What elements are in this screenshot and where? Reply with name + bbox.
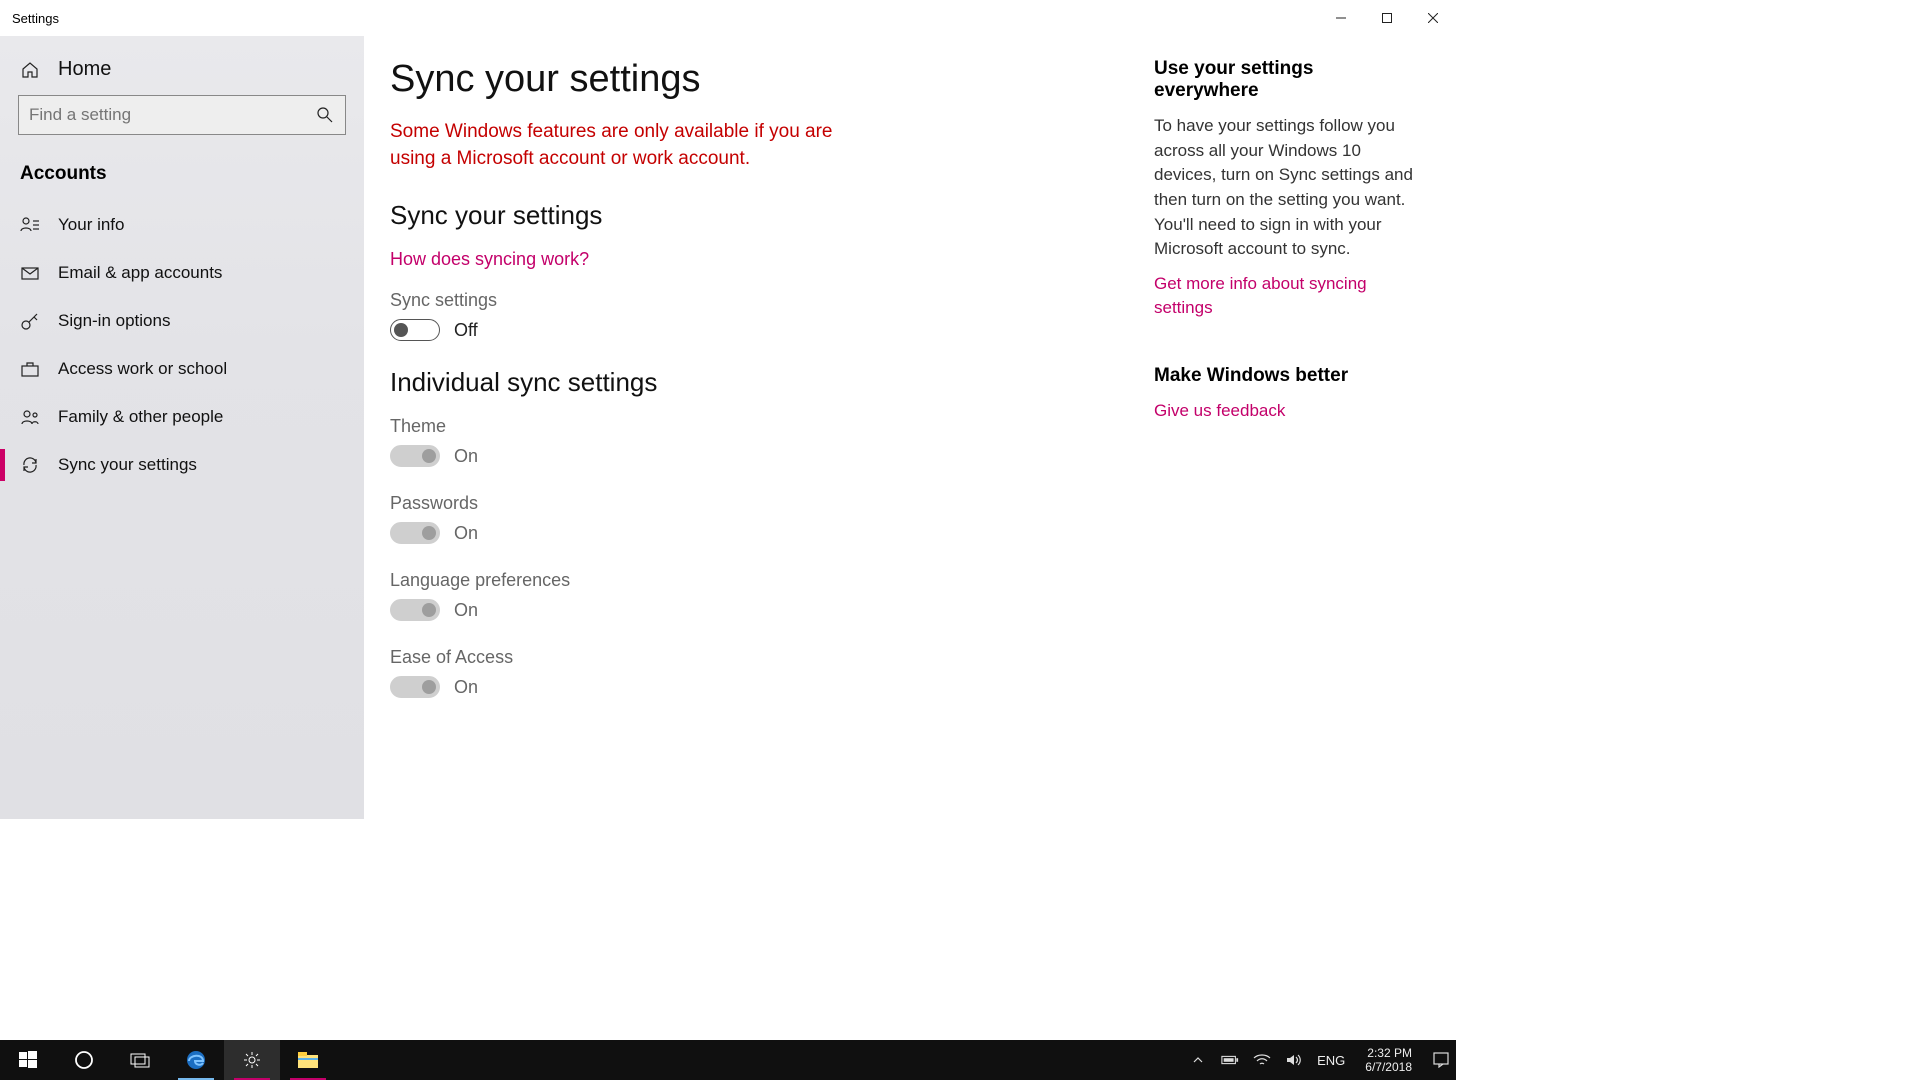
volume-icon[interactable] bbox=[1285, 1051, 1303, 1069]
key-icon bbox=[20, 311, 40, 331]
content-column: Sync your settings Some Windows features… bbox=[390, 58, 1114, 819]
ease-toggle[interactable] bbox=[390, 676, 440, 698]
ease-state: On bbox=[454, 677, 478, 698]
start-button[interactable] bbox=[0, 1040, 56, 1080]
passwords-state: On bbox=[454, 523, 478, 544]
main-pane: Sync your settings Some Windows features… bbox=[364, 36, 1456, 819]
taskbar-app-edge[interactable] bbox=[168, 1040, 224, 1080]
aside-body: To have your settings follow you across … bbox=[1154, 114, 1416, 262]
passwords-toggle[interactable] bbox=[390, 522, 440, 544]
tray-time: 2:32 PM bbox=[1365, 1046, 1412, 1060]
taskbar: ENG 2:32 PM 6/7/2018 bbox=[0, 1040, 1456, 1080]
people-icon bbox=[20, 407, 40, 427]
sync-settings-label: Sync settings bbox=[390, 290, 1114, 311]
window-controls bbox=[1318, 2, 1456, 34]
minimize-button[interactable] bbox=[1318, 2, 1364, 34]
search-wrap bbox=[0, 95, 364, 149]
theme-label: Theme bbox=[390, 416, 1114, 437]
action-center-icon[interactable] bbox=[1432, 1051, 1450, 1069]
sidebar-item-work-school[interactable]: Access work or school bbox=[0, 345, 364, 393]
page-title: Sync your settings bbox=[390, 58, 1114, 101]
language-label: Language preferences bbox=[390, 570, 1114, 591]
sidebar-item-family[interactable]: Family & other people bbox=[0, 393, 364, 441]
system-tray: ENG 2:32 PM 6/7/2018 bbox=[1189, 1040, 1456, 1080]
home-icon bbox=[20, 60, 40, 80]
aside-feedback-link[interactable]: Give us feedback bbox=[1154, 399, 1416, 424]
sync-settings-toggle-block: Sync settings Off bbox=[390, 290, 1114, 341]
passwords-toggle-block: Passwords On bbox=[390, 493, 1114, 544]
sync-settings-state: Off bbox=[454, 320, 478, 341]
sync-settings-toggle[interactable] bbox=[390, 319, 440, 341]
sidebar: Home Accounts Your info Email & app acco… bbox=[0, 36, 364, 819]
tray-language[interactable]: ENG bbox=[1317, 1053, 1345, 1068]
theme-state: On bbox=[454, 446, 478, 467]
tray-clock[interactable]: 2:32 PM 6/7/2018 bbox=[1359, 1046, 1418, 1075]
aside-title: Make Windows better bbox=[1154, 365, 1416, 387]
language-toggle-block: Language preferences On bbox=[390, 570, 1114, 621]
window-body: Home Accounts Your info Email & app acco… bbox=[0, 36, 1456, 819]
window-title: Settings bbox=[12, 11, 59, 26]
close-button[interactable] bbox=[1410, 2, 1456, 34]
wifi-icon[interactable] bbox=[1253, 1051, 1271, 1069]
ease-toggle-block: Ease of Access On bbox=[390, 647, 1114, 698]
sync-icon bbox=[20, 455, 40, 475]
sidebar-item-label: Sync your settings bbox=[58, 455, 197, 475]
section-sync: Sync your settings bbox=[390, 200, 1114, 231]
sidebar-item-label: Access work or school bbox=[58, 359, 227, 379]
how-sync-link[interactable]: How does syncing work? bbox=[390, 249, 1114, 270]
sidebar-item-email[interactable]: Email & app accounts bbox=[0, 249, 364, 297]
taskbar-app-settings[interactable] bbox=[224, 1040, 280, 1080]
mail-icon bbox=[20, 263, 40, 283]
aside-column: Use your settings everywhere To have you… bbox=[1154, 58, 1416, 819]
search-input-field[interactable] bbox=[29, 105, 315, 125]
section-individual: Individual sync settings bbox=[390, 367, 1114, 398]
sidebar-home-label: Home bbox=[58, 58, 111, 81]
person-lines-icon bbox=[20, 215, 40, 235]
theme-toggle-block: Theme On bbox=[390, 416, 1114, 467]
sidebar-item-signin[interactable]: Sign-in options bbox=[0, 297, 364, 345]
maximize-button[interactable] bbox=[1364, 2, 1410, 34]
settings-window: Settings Home Accounts Your info bbox=[0, 0, 1456, 819]
tray-chevron-up-icon[interactable] bbox=[1189, 1051, 1207, 1069]
cortana-button[interactable] bbox=[56, 1040, 112, 1080]
sidebar-item-label: Family & other people bbox=[58, 407, 223, 427]
tray-date: 6/7/2018 bbox=[1365, 1060, 1412, 1074]
sidebar-home[interactable]: Home bbox=[0, 44, 364, 95]
theme-toggle[interactable] bbox=[390, 445, 440, 467]
sidebar-item-sync[interactable]: Sync your settings bbox=[0, 441, 364, 489]
passwords-label: Passwords bbox=[390, 493, 1114, 514]
search-input[interactable] bbox=[18, 95, 346, 135]
battery-icon[interactable] bbox=[1221, 1051, 1239, 1069]
aside-title: Use your settings everywhere bbox=[1154, 58, 1416, 102]
taskbar-app-explorer[interactable] bbox=[280, 1040, 336, 1080]
sidebar-item-label: Email & app accounts bbox=[58, 263, 222, 283]
aside-more-info-link[interactable]: Get more info about syncing settings bbox=[1154, 272, 1416, 321]
task-view-button[interactable] bbox=[112, 1040, 168, 1080]
sidebar-item-label: Your info bbox=[58, 215, 124, 235]
ease-label: Ease of Access bbox=[390, 647, 1114, 668]
language-state: On bbox=[454, 600, 478, 621]
account-warning: Some Windows features are only available… bbox=[390, 119, 850, 172]
aside-use-everywhere: Use your settings everywhere To have you… bbox=[1154, 58, 1416, 321]
aside-make-better: Make Windows better Give us feedback bbox=[1154, 365, 1416, 424]
sidebar-item-label: Sign-in options bbox=[58, 311, 170, 331]
sidebar-item-your-info[interactable]: Your info bbox=[0, 201, 364, 249]
search-icon bbox=[315, 105, 335, 125]
briefcase-icon bbox=[20, 359, 40, 379]
titlebar: Settings bbox=[0, 0, 1456, 36]
language-toggle[interactable] bbox=[390, 599, 440, 621]
sidebar-category: Accounts bbox=[0, 149, 364, 201]
